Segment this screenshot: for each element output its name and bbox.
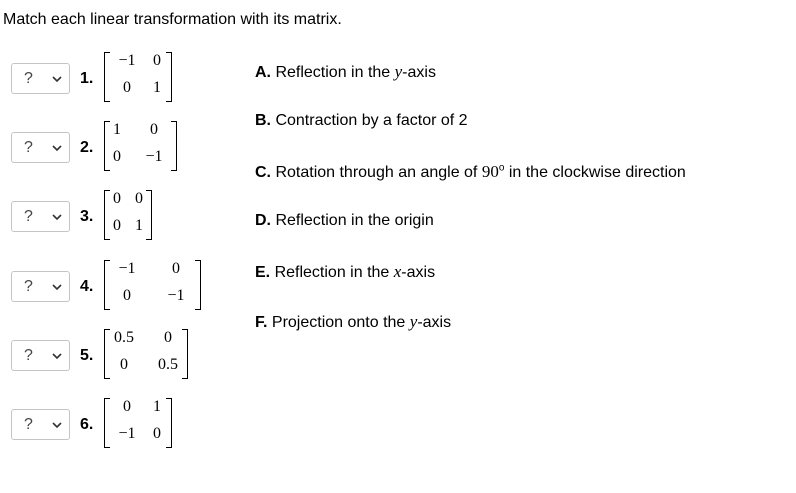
matrix-cell: 0 bbox=[172, 260, 180, 277]
matrix-cell: 0 bbox=[150, 121, 158, 138]
option-text: Reflection in the bbox=[270, 264, 394, 281]
option-letter: A. bbox=[255, 64, 271, 81]
matrix-cell: 1 bbox=[135, 217, 143, 234]
option-text-post: -axis bbox=[402, 64, 436, 81]
option-text-post: in the clockwise direction bbox=[504, 164, 686, 181]
instruction-text: Match each linear transformation with it… bbox=[3, 11, 342, 28]
chevron-down-icon bbox=[52, 214, 62, 221]
option-text: Reflection in the origin bbox=[271, 212, 434, 229]
chevron-down-icon bbox=[52, 145, 62, 152]
chevron-down-icon bbox=[52, 284, 62, 291]
select-value: ? bbox=[24, 278, 33, 295]
option-d: D. Reflection in the origin bbox=[255, 212, 434, 230]
option-math: 90 bbox=[481, 162, 499, 181]
answer-select-2[interactable]: ? bbox=[11, 132, 70, 163]
matrix-cell: 0.5 bbox=[158, 356, 178, 373]
matrix-cell: 0.5 bbox=[114, 329, 134, 346]
chevron-down-icon bbox=[52, 76, 62, 83]
question-number: 3. bbox=[80, 208, 94, 225]
matrix-cell: 0 bbox=[120, 356, 128, 373]
matrix-cell: −1 bbox=[118, 52, 136, 69]
select-value: ? bbox=[24, 208, 33, 225]
option-text: Rotation through an angle of bbox=[271, 164, 482, 181]
question-number: 2. bbox=[80, 139, 94, 156]
matrix-5: 0.5 0 0 0.5 bbox=[104, 329, 188, 379]
matrix-cell: −1 bbox=[118, 425, 136, 442]
option-text: Projection onto the bbox=[267, 314, 410, 331]
select-value: ? bbox=[24, 347, 33, 364]
option-letter: B. bbox=[255, 112, 271, 129]
matrix-cell: 1 bbox=[153, 79, 161, 96]
matrix-4: −1 0 0 −1 bbox=[104, 260, 206, 310]
matrix-cell: 0 bbox=[113, 190, 121, 207]
answer-select-4[interactable]: ? bbox=[11, 271, 70, 302]
option-text-post: -axis bbox=[401, 264, 436, 281]
option-letter: D. bbox=[255, 212, 271, 229]
matrix-cell: 1 bbox=[153, 398, 161, 415]
option-e: E. Reflection in the x-axis bbox=[255, 262, 435, 282]
matrix-1: −1 0 0 1 bbox=[104, 52, 178, 102]
chevron-down-icon bbox=[52, 422, 62, 429]
option-a: A. Reflection in the y-axis bbox=[255, 62, 436, 82]
matrix-cell: 0 bbox=[164, 329, 172, 346]
option-text: Contraction by a factor of 2 bbox=[271, 112, 468, 129]
matrix-cell: 0 bbox=[113, 217, 121, 234]
matrix-cell: 0 bbox=[153, 52, 161, 69]
question-number: 6. bbox=[80, 416, 94, 433]
option-letter: C. bbox=[255, 164, 271, 181]
matrix-cell: 0 bbox=[123, 398, 131, 415]
option-text: Reflection in the bbox=[271, 64, 395, 81]
question-number: 4. bbox=[80, 278, 94, 295]
answer-select-6[interactable]: ? bbox=[11, 409, 70, 440]
answer-select-3[interactable]: ? bbox=[11, 201, 70, 232]
option-b: B. Contraction by a factor of 2 bbox=[255, 112, 468, 130]
matrix-3: 0 0 0 1 bbox=[104, 190, 156, 240]
select-value: ? bbox=[24, 139, 33, 156]
matrix-cell: 0 bbox=[153, 425, 161, 442]
select-value: ? bbox=[24, 416, 33, 433]
matrix-cell: 0 bbox=[113, 148, 121, 165]
option-text-post: -axis bbox=[417, 314, 452, 331]
matrix-cell: 0 bbox=[123, 79, 131, 96]
matrix-cell: −1 bbox=[145, 148, 163, 165]
matrix-2: 1 0 0 −1 bbox=[104, 121, 182, 171]
option-f: F. Projection onto the y-axis bbox=[255, 312, 451, 332]
matrix-cell: 0 bbox=[123, 287, 131, 304]
matrix-6: 0 1 −1 0 bbox=[104, 398, 178, 448]
matrix-cell: 1 bbox=[113, 121, 121, 138]
question-number: 1. bbox=[80, 70, 94, 87]
matrix-cell: −1 bbox=[118, 260, 136, 277]
option-letter: F. bbox=[255, 314, 268, 331]
answer-select-5[interactable]: ? bbox=[11, 340, 70, 371]
chevron-down-icon bbox=[52, 353, 62, 360]
question-number: 5. bbox=[80, 347, 94, 364]
option-c: C. Rotation through an angle of 90o in t… bbox=[255, 162, 686, 182]
option-letter: E. bbox=[255, 264, 271, 281]
answer-select-1[interactable]: ? bbox=[11, 63, 70, 94]
matrix-cell: 0 bbox=[135, 190, 143, 207]
select-value: ? bbox=[24, 70, 33, 87]
matrix-cell: −1 bbox=[167, 287, 185, 304]
